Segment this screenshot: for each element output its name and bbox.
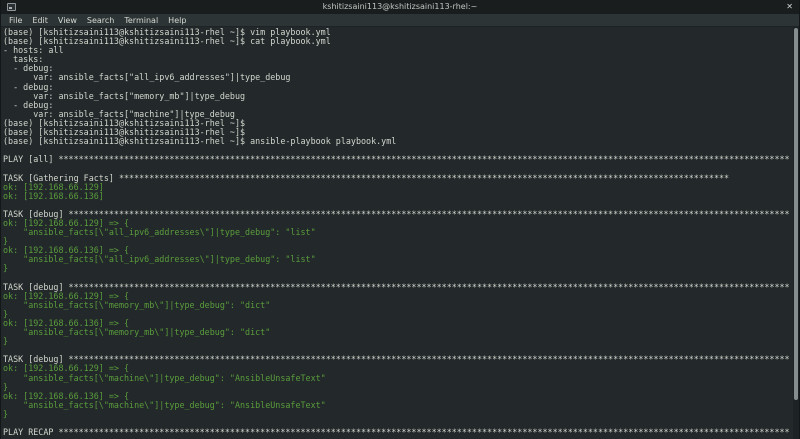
terminal-line: (base) [kshitizsaini113@kshitizsaini113-… <box>3 137 792 146</box>
titlebar[interactable]: kshitizsaini113@kshitizsaini113-rhel:~ ✕ <box>1 0 799 14</box>
terminal-line: var: ansible_facts["all_ipv6_addresses"]… <box>3 73 792 82</box>
terminal-app-icon <box>7 3 16 11</box>
terminal-line: PLAY RECAP *****************************… <box>3 428 792 437</box>
terminal-line: ok: [192.168.66.129] => { <box>3 292 792 301</box>
terminal-line: "ansible_facts[\"machine\"]|type_debug":… <box>3 401 792 410</box>
terminal-line: } <box>3 237 792 246</box>
terminal-viewport[interactable]: (base) [kshitizsaini113@kshitizsaini113-… <box>1 27 799 439</box>
terminal-line <box>3 146 792 155</box>
scrollbar[interactable] <box>793 27 799 439</box>
terminal-line: } <box>3 310 792 319</box>
menubar: File Edit View Search Terminal Help <box>1 14 799 27</box>
terminal-line: - debug: <box>3 83 792 92</box>
terminal-line: - debug: <box>3 101 792 110</box>
close-button[interactable]: ✕ <box>784 0 795 14</box>
terminal-line: - hosts: all <box>3 46 792 55</box>
terminal-line: ok: [192.168.66.136] <box>3 192 792 201</box>
terminal-window: kshitizsaini113@kshitizsaini113-rhel:~ ✕… <box>0 0 800 439</box>
terminal-line: (base) [kshitizsaini113@kshitizsaini113-… <box>3 28 792 37</box>
terminal-content: (base) [kshitizsaini113@kshitizsaini113-… <box>3 28 792 437</box>
terminal-line: "ansible_facts[\"machine\"]|type_debug":… <box>3 374 792 383</box>
menu-view[interactable]: View <box>53 14 82 27</box>
terminal-line: "ansible_facts[\"memory_mb\"]|type_debug… <box>3 301 792 310</box>
menu-search[interactable]: Search <box>82 14 119 27</box>
terminal-line: (base) [kshitizsaini113@kshitizsaini113-… <box>3 128 792 137</box>
terminal-line: "ansible_facts[\"memory_mb\"]|type_debug… <box>3 328 792 337</box>
terminal-line: } <box>3 383 792 392</box>
terminal-line: tasks: <box>3 55 792 64</box>
terminal-line: - debug: <box>3 64 792 73</box>
terminal-line <box>3 164 792 173</box>
terminal-line: } <box>3 410 792 419</box>
close-icon: ✕ <box>786 2 793 11</box>
terminal-line: TASK [Gathering Facts] *****************… <box>3 174 792 183</box>
terminal-line: (base) [kshitizsaini113@kshitizsaini113-… <box>3 119 792 128</box>
menu-terminal[interactable]: Terminal <box>119 14 163 27</box>
terminal-line: ok: [192.168.66.129] => { <box>3 364 792 373</box>
terminal-line: "ansible_facts[\"all_ipv6_addresses\"]|t… <box>3 228 792 237</box>
terminal-line: PLAY [all] *****************************… <box>3 155 792 164</box>
terminal-line: TASK [debug] ***************************… <box>3 210 792 219</box>
terminal-line <box>3 346 792 355</box>
terminal-line <box>3 274 792 283</box>
terminal-line: TASK [debug] ***************************… <box>3 283 792 292</box>
terminal-line: ok: [192.168.66.136] => { <box>3 246 792 255</box>
window-title: kshitizsaini113@kshitizsaini113-rhel:~ <box>1 0 799 14</box>
terminal-line: } <box>3 337 792 346</box>
menu-edit[interactable]: Edit <box>27 14 53 27</box>
menu-help[interactable]: Help <box>163 14 191 27</box>
terminal-line: TASK [debug] ***************************… <box>3 355 792 364</box>
terminal-line: var: ansible_facts["memory_mb"]|type_deb… <box>3 92 792 101</box>
terminal-line: var: ansible_facts["machine"]|type_debug <box>3 110 792 119</box>
terminal-line <box>3 419 792 428</box>
terminal-line <box>3 201 792 210</box>
terminal-line: ok: [192.168.66.129] <box>3 183 792 192</box>
terminal-line: } <box>3 264 792 273</box>
terminal-line: ok: [192.168.66.136] => { <box>3 319 792 328</box>
terminal-line: (base) [kshitizsaini113@kshitizsaini113-… <box>3 37 792 46</box>
terminal-line: "ansible_facts[\"all_ipv6_addresses\"]|t… <box>3 255 792 264</box>
terminal-line: ok: [192.168.66.136] => { <box>3 392 792 401</box>
terminal-line: ok: [192.168.66.129] => { <box>3 219 792 228</box>
menu-file[interactable]: File <box>4 14 27 27</box>
scrollbar-thumb[interactable] <box>794 28 798 400</box>
